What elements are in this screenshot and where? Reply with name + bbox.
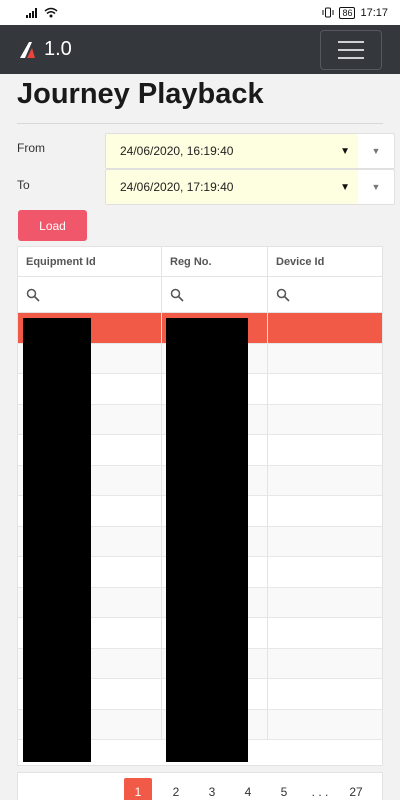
table-cell [268,649,382,679]
table-cell [268,588,382,618]
from-date-field[interactable]: 24/06/2020, 16:19:40 ▼ ▼ [105,133,395,169]
chevron-down-icon: ▼ [371,146,381,156]
page-button-5[interactable]: 5 [266,778,302,800]
table-cell [268,557,382,587]
battery-indicator: 86 [339,6,356,19]
load-button[interactable]: Load [18,210,87,241]
table-cell [268,496,382,526]
clock: 17:17 [360,6,388,19]
page-button-1[interactable]: 1 [124,778,152,800]
page-button-2[interactable]: 2 [158,778,194,800]
from-dropdown-toggle[interactable]: ▼ [358,134,394,168]
equipment-id-filter[interactable] [18,277,162,312]
menu-bar-icon [338,41,364,43]
status-right: 86 17:17 [322,6,388,19]
page-ellipsis: . . . [311,785,329,799]
table-filter-row [18,277,382,313]
column-header-reg-no[interactable]: Reg No. [162,247,268,276]
page-button-4[interactable]: 4 [230,778,266,800]
to-date-field[interactable]: 24/06/2020, 17:19:40 ▼ ▼ [105,169,395,205]
status-left [26,7,58,18]
redacted-block [23,318,91,762]
to-date-input[interactable]: 24/06/2020, 17:19:40 ▼ [106,170,358,204]
equipment-table: Equipment Id Reg No. Device Id [17,246,383,766]
wifi-icon [44,7,58,18]
caret-down-icon[interactable]: ▼ [340,182,350,193]
table-cell [268,527,382,557]
column-header-device-id[interactable]: Device Id [268,247,382,276]
page-button-27[interactable]: 27 [338,778,374,800]
app-version: 1.0 [44,38,72,60]
reg-no-filter[interactable] [162,277,268,312]
table-cell [268,679,382,709]
app-bar: 1.0 [0,25,400,74]
chevron-down-icon: ▼ [371,182,381,192]
device-id-filter[interactable] [268,277,382,312]
table-cell [268,313,382,343]
search-icon [26,288,40,302]
table-cell [268,344,382,374]
from-date-input[interactable]: 24/06/2020, 16:19:40 ▼ [106,134,358,168]
divider [17,123,383,124]
column-header-equipment-id[interactable]: Equipment Id [18,247,162,276]
table-cell [268,405,382,435]
status-bar: 86 17:17 [0,0,400,25]
table-cell [268,466,382,496]
signal-icon [26,7,37,18]
redacted-block [166,318,248,762]
pagination: 12345 . . . 27 [17,772,383,800]
from-date-value: 24/06/2020, 16:19:40 [120,144,234,158]
table-cell [268,374,382,404]
to-date-value: 24/06/2020, 17:19:40 [120,180,234,194]
from-label: From [17,141,45,155]
table-cell [268,710,382,740]
search-icon [276,288,290,302]
caret-down-icon[interactable]: ▼ [340,146,350,157]
vibrate-icon [322,7,334,18]
hamburger-menu-button[interactable] [320,30,382,70]
menu-bar-icon [338,57,364,59]
menu-bar-icon [338,49,364,51]
table-header: Equipment Id Reg No. Device Id [18,247,382,277]
search-icon [170,288,184,302]
table-cell [268,618,382,648]
table-cell [268,435,382,465]
app-logo-icon [20,41,35,58]
to-label: To [17,178,30,192]
to-dropdown-toggle[interactable]: ▼ [358,170,394,204]
page-title: Journey Playback [17,78,264,110]
page-button-3[interactable]: 3 [194,778,230,800]
